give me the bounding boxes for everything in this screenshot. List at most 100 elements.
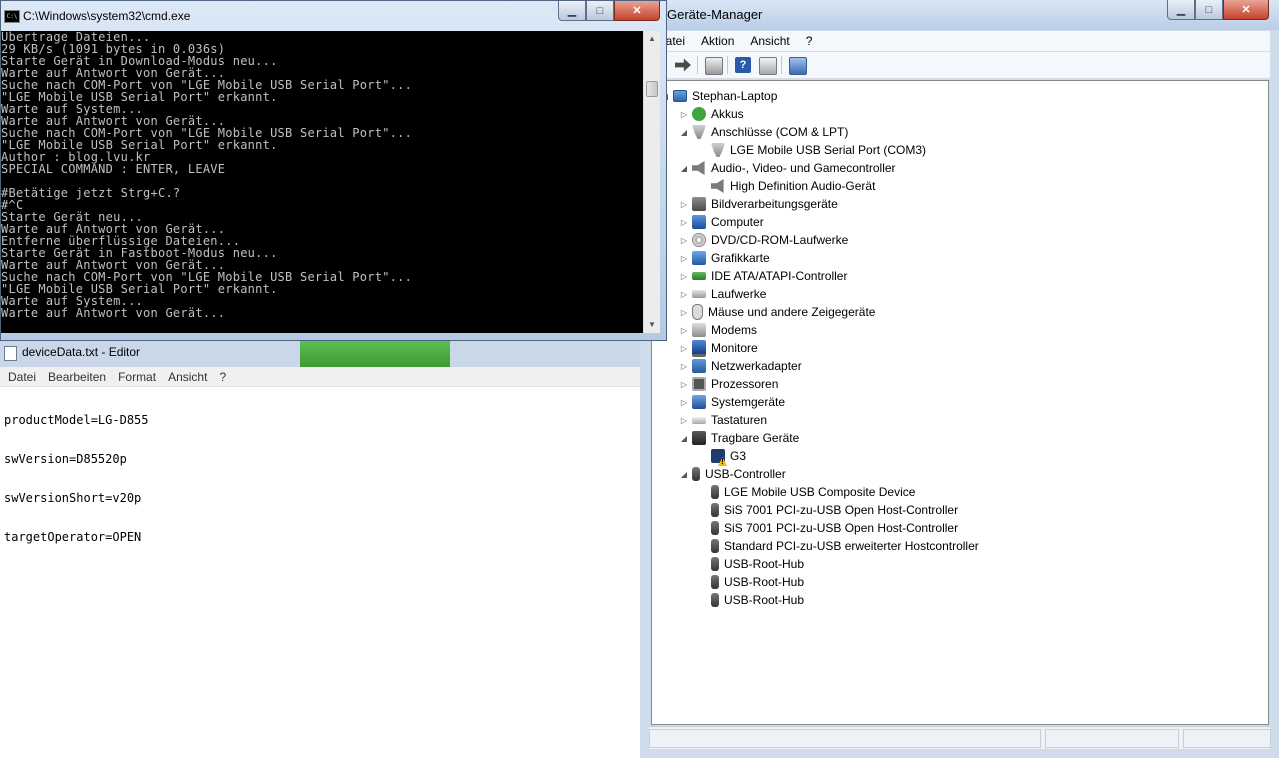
tree-item[interactable]: ▷ DVD/CD-ROM-Laufwerke: [679, 231, 848, 249]
tree-item-label: G3: [730, 449, 747, 463]
tree-item-label: Modems: [711, 323, 758, 337]
modem-device-icon: [692, 323, 706, 337]
tree-item[interactable]: ▷ Systemgeräte: [679, 393, 785, 411]
forward-icon[interactable]: [675, 58, 691, 72]
tree-item-label: Tastaturen: [711, 413, 768, 427]
tree-item[interactable]: ◢ Audio-, Video- und Gamecontroller: [679, 159, 896, 177]
audio-device-icon: [692, 161, 705, 175]
comp-device-icon: [692, 215, 706, 229]
scan-hardware-icon[interactable]: [789, 57, 807, 75]
properties-view-icon[interactable]: [705, 57, 723, 75]
tree-item[interactable]: ▷ Bildverarbeitungsgeräte: [679, 195, 838, 213]
tree-item[interactable]: ▷ Netzwerkadapter: [679, 357, 802, 375]
tree-item[interactable]: ▷ Tastaturen: [679, 411, 767, 429]
tree-item[interactable]: ▷ IDE ATA/ATAPI-Controller: [679, 267, 848, 285]
expand-arrow-icon[interactable]: ▷: [679, 326, 689, 335]
cam-device-icon: [692, 197, 706, 211]
scroll-up-icon[interactable]: ▲: [644, 31, 660, 47]
expand-arrow-icon[interactable]: ▷: [679, 416, 689, 425]
device-manager-menubar: Datei Aktion Ansicht ?: [649, 31, 1270, 51]
tree-item-label: Tragbare Geräte: [711, 431, 800, 445]
editor-line: swVersion=D85520p: [4, 452, 127, 466]
collapse-arrow-icon[interactable]: ◢: [679, 470, 689, 479]
tree-item[interactable]: LGE Mobile USB Serial Port (COM3): [698, 141, 926, 159]
tree-item-label: Monitore: [711, 341, 758, 355]
tree-item-label: Akkus: [711, 107, 744, 121]
editor-menu-datei[interactable]: Datei: [0, 370, 42, 384]
maximize-button[interactable]: □: [1195, 0, 1223, 20]
tree-item[interactable]: ◢ Anschlüsse (COM & LPT): [679, 123, 848, 141]
expand-arrow-icon[interactable]: ▷: [679, 362, 689, 371]
tree-item[interactable]: ▷ Modems: [679, 321, 757, 339]
minimize-button[interactable]: ▁: [1167, 0, 1195, 20]
cmd-maximize-button[interactable]: □: [586, 1, 614, 21]
disc-device-icon: [692, 233, 706, 247]
expand-arrow-icon[interactable]: ▷: [679, 236, 689, 245]
tree-item[interactable]: Standard PCI-zu-USB erweiterter Hostcont…: [698, 537, 979, 555]
cmd-icon: C:\: [4, 10, 20, 23]
editor-text-area[interactable]: productModel=LG-D855 swVersion=D85520p s…: [4, 388, 149, 570]
net-device-icon: [692, 359, 706, 373]
collapse-arrow-icon[interactable]: ◢: [679, 128, 689, 137]
tree-item[interactable]: SiS 7001 PCI-zu-USB Open Host-Controller: [698, 501, 958, 519]
device-manager-titlebar[interactable]: Geräte-Manager ▁ □ ✕: [639, 0, 1279, 30]
tree-item[interactable]: SiS 7001 PCI-zu-USB Open Host-Controller: [698, 519, 958, 537]
editor-menu-bearbeiten[interactable]: Bearbeiten: [42, 370, 112, 384]
device-tree[interactable]: ◢Stephan-Laptop ▷ Akkus ◢Anschlüsse (COM & …: [651, 80, 1269, 725]
expand-arrow-icon[interactable]: ▷: [679, 290, 689, 299]
menu-aktion[interactable]: Aktion: [693, 34, 742, 48]
minimize-icon: ▁: [567, 5, 577, 17]
expand-arrow-icon[interactable]: ▷: [679, 254, 689, 263]
tree-item[interactable]: ▷ Prozessoren: [679, 375, 778, 393]
tree-item[interactable]: High Definition Audio-Gerät: [698, 177, 875, 195]
tree-item[interactable]: USB-Root-Hub: [698, 591, 804, 609]
scroll-down-icon[interactable]: ▼: [644, 317, 660, 333]
cmd-close-button[interactable]: ✕: [614, 1, 660, 21]
console-output[interactable]: Übertrage Dateien... 29 KB/s (1091 bytes …: [1, 31, 643, 333]
cmd-minimize-button[interactable]: ▁: [558, 1, 586, 21]
tree-item[interactable]: ▷ Mäuse und andere Zeigegeräte: [679, 303, 875, 321]
menu-help[interactable]: ?: [798, 34, 821, 48]
tree-item[interactable]: ◢Stephan-Laptop: [660, 87, 777, 105]
expand-arrow-icon[interactable]: ▷: [679, 110, 689, 119]
details-view-icon[interactable]: [759, 57, 777, 75]
help-icon[interactable]: ?: [735, 57, 751, 73]
tree-item[interactable]: ▷ Computer: [679, 213, 764, 231]
console-line: #Betätige jetzt Strg+C.?: [1, 186, 181, 200]
tree-item[interactable]: ◢ Tragbare Geräte: [679, 429, 799, 447]
expand-arrow-icon[interactable]: ▷: [679, 218, 689, 227]
menu-ansicht[interactable]: Ansicht: [742, 34, 797, 48]
tree-item-label: USB-Root-Hub: [724, 557, 805, 571]
expand-arrow-icon[interactable]: ▷: [679, 308, 689, 317]
editor-menu-help[interactable]: ?: [213, 370, 232, 384]
expand-arrow-icon[interactable]: ▷: [679, 344, 689, 353]
tree-item[interactable]: ▷ Grafikkarte: [679, 249, 770, 267]
editor-titlebar[interactable]: deviceData.txt - Editor: [0, 341, 640, 367]
expand-arrow-icon[interactable]: ▷: [679, 200, 689, 209]
tree-item[interactable]: LGE Mobile USB Composite Device: [698, 483, 915, 501]
collapse-arrow-icon[interactable]: ◢: [679, 434, 689, 443]
tree-item[interactable]: USB-Root-Hub: [698, 573, 804, 591]
tree-item-label: Laufwerke: [711, 287, 767, 301]
tree-item-label: Grafikkarte: [711, 251, 770, 265]
expand-arrow-icon[interactable]: ▷: [679, 272, 689, 281]
collapse-arrow-icon[interactable]: ◢: [679, 164, 689, 173]
expand-arrow-icon[interactable]: ▷: [679, 398, 689, 407]
expand-arrow-icon[interactable]: ▷: [679, 380, 689, 389]
editor-menubar: Datei Bearbeiten Format Ansicht ?: [0, 367, 640, 387]
editor-menu-format[interactable]: Format: [112, 370, 162, 384]
tree-item[interactable]: G3: [698, 447, 746, 465]
editor-menu-ansicht[interactable]: Ansicht: [162, 370, 213, 384]
console-scrollbar[interactable]: ▲ ▼: [643, 31, 660, 333]
scrollbar-thumb[interactable]: [646, 81, 658, 97]
usb-device-icon: [711, 485, 719, 499]
toolbar-separator: [781, 56, 782, 74]
editor-line: productModel=LG-D855: [4, 413, 149, 427]
tree-item[interactable]: USB-Root-Hub: [698, 555, 804, 573]
tree-item[interactable]: ◢ USB-Controller: [679, 465, 786, 483]
close-icon: ✕: [1241, 4, 1251, 16]
tree-item[interactable]: ▷ Akkus: [679, 105, 744, 123]
tree-item[interactable]: ▷ Laufwerke: [679, 285, 766, 303]
tree-item[interactable]: ▷ Monitore: [679, 339, 758, 357]
close-button[interactable]: ✕: [1223, 0, 1269, 20]
